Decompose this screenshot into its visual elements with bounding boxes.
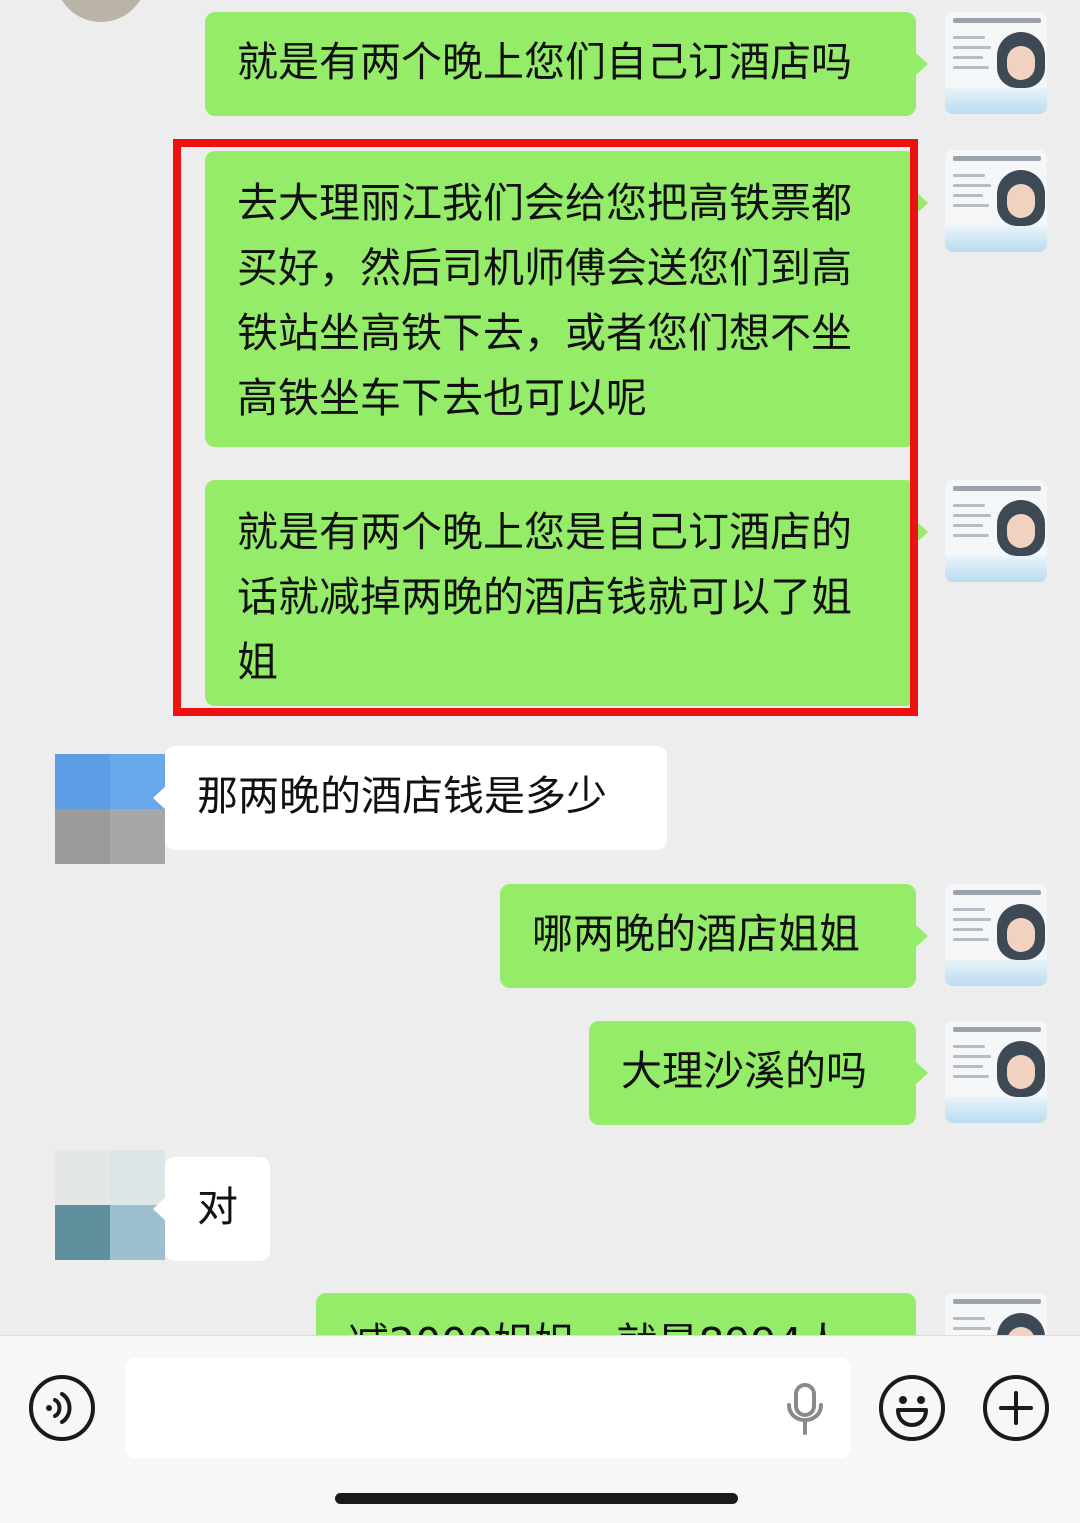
message-text: 减2000姐姐，就是8994人 [348,1311,884,1335]
peer-avatar[interactable] [55,1150,165,1260]
home-indicator[interactable] [335,1493,738,1504]
message-text: 那两晚的酒店钱是多少 [197,772,607,820]
message-bubble-self[interactable]: 大理沙溪的吗 [589,1021,928,1125]
message-bubble-self[interactable]: 就是有两个晚上您们自己订酒店吗 [205,12,928,116]
peer-avatar[interactable] [55,754,165,864]
chat-area[interactable]: 就是有两个晚上您们自己订酒店吗 去大理丽江我们会给您把高铁票都 买好，然后司机师… [0,0,1080,1335]
self-avatar[interactable] [945,1293,1047,1335]
self-avatar[interactable] [945,480,1047,582]
peer-avatar[interactable] [55,0,147,22]
plus-icon[interactable] [983,1375,1049,1441]
input-bar [0,1335,1080,1523]
message-bubble-self[interactable]: 减2000姐姐，就是8994人 [316,1293,928,1335]
message-bubble-peer[interactable]: 对 [153,1157,270,1261]
self-avatar[interactable] [945,12,1047,114]
message-bubble-peer[interactable]: 那两晚的酒店钱是多少 [153,746,667,850]
self-avatar[interactable] [945,884,1047,986]
emoji-icon[interactable] [879,1375,945,1441]
message-input[interactable] [125,1358,851,1458]
message-text: 对 [197,1183,238,1231]
self-avatar[interactable] [945,150,1047,252]
message-bubble-self[interactable]: 哪两晚的酒店姐姐 [500,884,928,988]
voice-mode-icon[interactable] [29,1375,95,1441]
message-text: 就是有两个晚上您们自己订酒店吗 [237,38,852,86]
message-text: 大理沙溪的吗 [621,1047,867,1095]
self-avatar[interactable] [945,1021,1047,1123]
message-text: 哪两晚的酒店姐姐 [532,910,860,958]
microphone-icon[interactable] [782,1381,828,1437]
highlight-frame [173,139,918,716]
